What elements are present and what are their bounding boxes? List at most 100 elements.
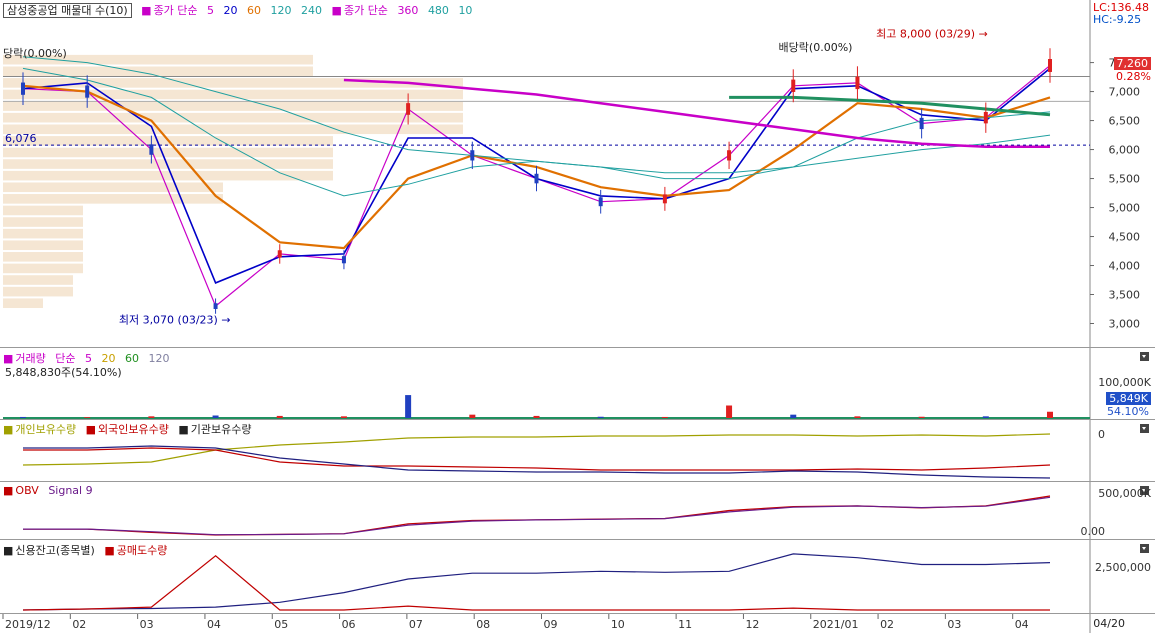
collapse-credit-icon[interactable] — [1140, 544, 1149, 553]
x-tick-label: 04 — [1015, 618, 1029, 631]
volume-bar — [726, 405, 733, 418]
candle-body — [662, 194, 667, 204]
obv-pane[interactable]: ■ OBV Signal 9 500,000K 0.00 — [0, 481, 1155, 540]
volume-profile-bar — [3, 147, 333, 158]
x-tick-label: 2019/12 — [5, 618, 51, 631]
sma-period-480: 480 — [427, 4, 449, 17]
obv-axis-tick-high: 500,000K — [1098, 487, 1151, 500]
obv-label: OBV — [15, 484, 39, 497]
credit-line-0 — [22, 553, 1051, 611]
volume-profile-bar — [3, 194, 223, 204]
low-annotation: 최저 3,070 (03/23) → — [119, 313, 231, 326]
candle-body — [85, 85, 90, 98]
chart-title: 삼성중공업 매물대 수(10) — [3, 3, 132, 18]
sma-label: 종가 단순 — [153, 4, 198, 17]
sma-period-20: 20 — [223, 4, 238, 17]
obv-axis-tick-low: 0.00 — [1080, 525, 1106, 538]
dividend-annotation-left: 당락(0.00%) — [3, 47, 67, 60]
sma-period-60: 60 — [247, 4, 262, 17]
candle-body — [406, 103, 411, 115]
x-tick-label: 11 — [678, 618, 692, 631]
obv-icon: ■ — [3, 484, 14, 497]
institution-label: 기관보유수량 — [190, 423, 252, 436]
volume-profile-bar — [3, 205, 83, 216]
sma2-label: 종가 단순 — [343, 4, 388, 17]
volume-profile-bar — [3, 112, 463, 123]
reference-level-label: 6,076 — [5, 132, 37, 145]
x-tick-label: 06 — [342, 618, 356, 631]
last-change: 0.28% — [1116, 70, 1151, 83]
volume-bar — [790, 414, 797, 418]
last-price-tag: 7,260 — [1113, 57, 1151, 70]
x-tick-label: 03 — [947, 618, 961, 631]
volume-profile-bar — [3, 217, 83, 227]
x-axis[interactable]: 2019/12 02 03 04 05 06 07 08 09 10 11 12 2021/01 02 03… — [0, 613, 1155, 633]
candle-body — [213, 303, 218, 309]
volume-profile-bar — [3, 298, 43, 309]
collapse-volume-icon[interactable] — [1140, 352, 1149, 361]
price-tick-label: 4,000 — [1109, 260, 1141, 273]
price-tick-label: 3,000 — [1109, 318, 1141, 331]
holders-axis-tick: 0 — [1098, 428, 1105, 441]
institution-line — [23, 445, 1051, 479]
volume-bar — [20, 416, 26, 418]
individual-line — [22, 433, 1051, 466]
volume-profile-bar — [3, 275, 73, 285]
volume-current-pct: 54.10% — [1107, 405, 1149, 418]
candle-body — [983, 111, 988, 124]
x-tick-label: 02 — [880, 618, 894, 631]
price-tick-label: 3,500 — [1109, 289, 1141, 302]
sma2-icon: ■ — [331, 4, 342, 17]
volume-profile-bar — [3, 170, 333, 181]
credit-legend: ■ 신용잔고(종목별) ■ 공매도수량 — [3, 542, 173, 558]
volume-bar — [533, 415, 540, 418]
obv-legend: ■ OBV Signal 9 — [3, 484, 99, 497]
credit-label: 신용잔고(종목별) — [15, 544, 95, 557]
credit-pane[interactable]: ■ 신용잔고(종목별) ■ 공매도수량 2,500,000 — [0, 539, 1155, 614]
volume-profile-bar — [3, 101, 463, 111]
obv-chart[interactable] — [0, 482, 1155, 540]
price-pane[interactable]: 3,000 3,500 4,000 4,500 5,000 5,500 6,000 6,500… — [0, 0, 1155, 347]
sma-period-240: 240 — [301, 4, 323, 17]
lc-value: LC:136.48 HC:-9.25 — [1093, 2, 1149, 26]
volume-bar — [84, 417, 91, 418]
holders-pane[interactable]: ■ 개인보유수량 ■ 외국인보유수량 ■ 기관보유수량 0 — [0, 419, 1155, 482]
volume-profile-bar — [3, 286, 73, 297]
volume-profile-bar — [3, 240, 83, 251]
volume-bar — [469, 414, 476, 418]
hc-text: HC:-9.25 — [1092, 13, 1142, 26]
volume-bar — [854, 416, 861, 418]
volume-period-60: 60 — [125, 352, 140, 365]
volume-summary: 5,848,830주(54.10%) — [5, 366, 122, 379]
sma-period-360: 360 — [397, 4, 419, 17]
x-tick-label: 10 — [611, 618, 625, 631]
x-tick-label: 08 — [476, 618, 490, 631]
x-tick-label: 04 — [207, 618, 221, 631]
volume-axis-tick: 100,000K — [1098, 376, 1151, 389]
foreign-icon: ■ — [85, 423, 97, 436]
candle-body — [534, 173, 539, 184]
volume-bar — [597, 416, 604, 418]
price-legend: 삼성중공업 매물대 수(10) ■ 종가 단순 5 20 60 120 240 ■… — [3, 2, 478, 18]
individual-label: 개인보유수량 — [15, 423, 77, 436]
candle-body — [598, 197, 603, 207]
x-tick-label: 12 — [745, 618, 759, 631]
collapse-holders-icon[interactable] — [1140, 424, 1149, 433]
volume-bar — [918, 416, 925, 418]
price-tick-label: 6,500 — [1109, 115, 1141, 128]
price-tick-label: 5,000 — [1109, 202, 1141, 215]
volume-bar — [661, 416, 668, 418]
candle-body — [341, 256, 346, 264]
x-tick-label: 07 — [409, 618, 423, 631]
dividend-annotation: 배당락(0.00%) — [779, 41, 853, 54]
volume-bar — [276, 415, 283, 418]
foreign-label: 외국인보유수량 — [98, 423, 169, 436]
holders-legend: ■ 개인보유수량 ■ 외국인보유수량 ■ 기관보유수량 — [3, 421, 258, 437]
candle-body — [149, 144, 154, 155]
volume-pane[interactable]: ■ 거래량 단순 5 20 60 120 5,848,830주(54.10%) 1… — [0, 347, 1155, 420]
volume-profile-bar — [3, 228, 83, 239]
price-chart[interactable]: 3,000 3,500 4,000 4,500 5,000 5,500 6,000 6,500… — [0, 0, 1155, 347]
candle-body — [21, 82, 25, 95]
high-annotation: 최고 8,000 (03/29) → — [876, 28, 988, 41]
candle-body — [855, 76, 860, 90]
